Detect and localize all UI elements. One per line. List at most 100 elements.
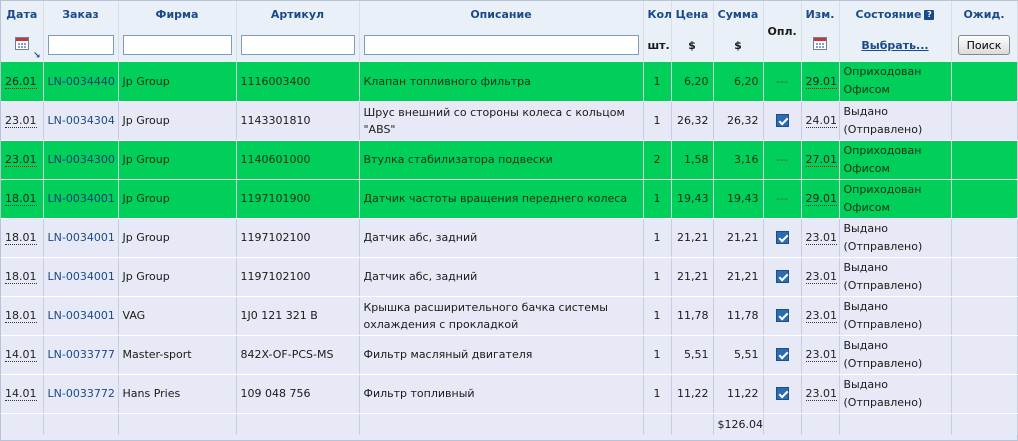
row-changed-link[interactable]: 23.01 bbox=[805, 387, 837, 401]
row-changed-link[interactable]: 23.01 bbox=[805, 348, 837, 362]
row-changed-link[interactable]: 27.01 bbox=[805, 153, 837, 167]
table-row[interactable]: 18.01 LN-0034001 Jp Group 1197102100 Датчик … bbox=[1, 218, 1018, 258]
table-row[interactable]: 14.01 LN-0033777 Master-sport 842X-OF-PCS-M… bbox=[1, 335, 1018, 375]
description-filter-input[interactable] bbox=[363, 35, 639, 55]
description-header-label[interactable]: Описание bbox=[470, 8, 531, 21]
sum-unit: $ bbox=[713, 28, 764, 62]
row-changed-cell: 27.01 bbox=[801, 140, 840, 180]
row-article: 1J0 121 321 B bbox=[236, 296, 360, 336]
paid-checkbox[interactable] bbox=[775, 114, 789, 128]
choose-state-link[interactable]: Выбрать... bbox=[861, 39, 928, 52]
help-icon[interactable]: ? bbox=[924, 10, 935, 20]
firm-filter-input[interactable] bbox=[122, 35, 232, 55]
row-state: Выдано (Отправлено) bbox=[839, 374, 952, 414]
table-row[interactable]: 23.01 LN-0034300 Jp Group 1140601000 Втулка … bbox=[1, 140, 1018, 180]
row-qty: 1 bbox=[643, 374, 672, 414]
row-article: 842X-OF-PCS-MS bbox=[236, 335, 360, 375]
paid-checkbox[interactable] bbox=[775, 309, 789, 323]
price-header-label[interactable]: Цена bbox=[676, 8, 709, 21]
table-row[interactable]: 18.01 LN-0034001 Jp Group 1197102100 Датчик … bbox=[1, 257, 1018, 297]
col-header-order[interactable]: Заказ bbox=[43, 1, 119, 28]
row-changed-link[interactable]: 23.01 bbox=[805, 270, 837, 284]
row-date-link[interactable]: 23.01 bbox=[5, 114, 37, 128]
row-date-link[interactable]: 18.01 bbox=[5, 192, 37, 206]
row-order-link[interactable]: LN-0034001 bbox=[48, 192, 115, 205]
table-row[interactable]: 18.01 LN-0034001 VAG 1J0 121 321 B Крышка ра… bbox=[1, 296, 1018, 336]
col-header-qty[interactable]: Кол bbox=[643, 1, 672, 28]
row-paid-cell: --- bbox=[763, 179, 802, 219]
row-date-link[interactable]: 14.01 bbox=[5, 348, 37, 362]
row-date-link[interactable]: 26.01 bbox=[5, 74, 37, 89]
paid-checkbox[interactable] bbox=[775, 270, 789, 284]
date-header-label[interactable]: Дата bbox=[6, 8, 37, 21]
row-changed-cell: 23.01 bbox=[801, 296, 840, 336]
orders-grid: Дата Заказ Фирма Артикул Описание Кол Це… bbox=[0, 0, 1018, 441]
paid-dashes: --- bbox=[776, 74, 788, 88]
row-paid-cell: --- bbox=[763, 62, 802, 102]
waiting-header-label[interactable]: Ожид. bbox=[963, 8, 1004, 21]
row-changed-cell: 23.01 bbox=[801, 335, 840, 375]
row-sum: 6,20 bbox=[713, 62, 764, 102]
table-row[interactable]: 26.01 LN-0034440 Jp Group 1116003400 Клапан … bbox=[1, 62, 1018, 102]
paid-checkbox[interactable] bbox=[775, 387, 789, 401]
article-filter-input[interactable] bbox=[240, 35, 355, 55]
col-header-waiting[interactable]: Ожид. bbox=[951, 1, 1018, 28]
row-date-link[interactable]: 18.01 bbox=[5, 309, 37, 323]
row-firm: Jp Group bbox=[118, 140, 237, 180]
row-order-link[interactable]: LN-0034001 bbox=[48, 270, 115, 283]
col-header-article[interactable]: Артикул bbox=[236, 1, 360, 28]
row-date-link[interactable]: 18.01 bbox=[5, 270, 37, 284]
qty-header-label[interactable]: Кол bbox=[648, 8, 671, 21]
row-order-link[interactable]: LN-0033777 bbox=[48, 348, 115, 361]
state-header-label[interactable]: Состояние bbox=[856, 8, 922, 21]
table-row[interactable]: 18.01 LN-0034001 Jp Group 1197101900 Датчик … bbox=[1, 179, 1018, 219]
row-date-link[interactable]: 23.01 bbox=[5, 153, 37, 167]
row-paid-cell bbox=[763, 374, 802, 414]
row-changed-cell: 23.01 bbox=[801, 374, 840, 414]
row-firm: Jp Group bbox=[118, 179, 237, 219]
row-order-link[interactable]: LN-0034304 bbox=[48, 114, 115, 127]
col-header-sum[interactable]: Сумма bbox=[713, 1, 764, 28]
table-row[interactable]: 23.01 LN-0034304 Jp Group 1143301810 Шрус вн… bbox=[1, 101, 1018, 141]
col-header-changed[interactable]: Изм. bbox=[801, 1, 840, 28]
col-header-state[interactable]: Состояние? bbox=[839, 1, 952, 28]
col-header-description[interactable]: Описание bbox=[359, 1, 644, 28]
order-filter-input[interactable] bbox=[47, 35, 114, 55]
col-header-firm[interactable]: Фирма bbox=[118, 1, 237, 28]
row-changed-link[interactable]: 23.01 bbox=[805, 309, 837, 323]
row-changed-link[interactable]: 23.01 bbox=[805, 231, 837, 245]
row-order-link[interactable]: LN-0033772 bbox=[48, 387, 115, 400]
description-filter-cell bbox=[359, 28, 644, 62]
row-waiting bbox=[951, 62, 1018, 102]
order-header-label[interactable]: Заказ bbox=[62, 8, 99, 21]
row-order-link[interactable]: LN-0034300 bbox=[48, 153, 115, 166]
row-date-link[interactable]: 14.01 bbox=[5, 387, 37, 401]
row-order-link[interactable]: LN-0034001 bbox=[48, 231, 115, 244]
row-waiting bbox=[951, 296, 1018, 336]
search-button[interactable]: Поиск bbox=[957, 35, 1011, 55]
col-header-price[interactable]: Цена bbox=[671, 1, 714, 28]
changed-header-label[interactable]: Изм. bbox=[806, 8, 835, 21]
table-row[interactable]: 14.01 LN-0033772 Hans Pries 109 048 756 Филь… bbox=[1, 374, 1018, 414]
sum-header-label[interactable]: Сумма bbox=[718, 8, 759, 21]
calendar-icon[interactable] bbox=[813, 37, 827, 50]
calendar-icon[interactable] bbox=[14, 37, 29, 50]
row-order-link[interactable]: LN-0034440 bbox=[48, 75, 115, 88]
row-changed-link[interactable]: 29.01 bbox=[805, 74, 837, 89]
row-qty: 1 bbox=[643, 101, 672, 141]
row-changed-link[interactable]: 24.01 bbox=[805, 114, 837, 128]
paid-checkbox[interactable] bbox=[775, 348, 789, 362]
row-order-link[interactable]: LN-0034001 bbox=[48, 309, 115, 322]
row-paid-cell bbox=[763, 257, 802, 297]
article-header-label[interactable]: Артикул bbox=[271, 8, 324, 21]
row-sum: 21,21 bbox=[713, 257, 764, 297]
total-empty-cell bbox=[359, 413, 644, 435]
firm-header-label[interactable]: Фирма bbox=[156, 8, 199, 21]
paid-checkbox[interactable] bbox=[775, 231, 789, 245]
row-description: Фильтр масляный двигателя bbox=[359, 335, 644, 375]
row-sum: 11,22 bbox=[713, 374, 764, 414]
col-header-date[interactable]: Дата bbox=[1, 1, 44, 28]
row-date-cell: 14.01 bbox=[1, 374, 44, 414]
row-date-link[interactable]: 18.01 bbox=[5, 231, 37, 245]
row-changed-link[interactable]: 29.01 bbox=[805, 192, 837, 206]
